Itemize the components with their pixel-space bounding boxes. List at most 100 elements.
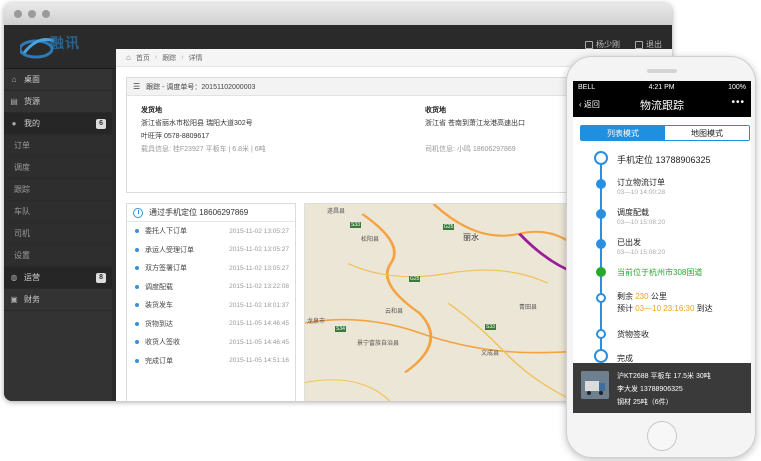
timeline-dot-icon [596,329,606,339]
count-badge: 6 [96,119,106,129]
sidebar-item-supply[interactable]: ▤ 货源 [4,91,112,113]
page-title: 物流跟踪 [640,100,684,112]
sender-block: 发货地 浙江省丽水市松阳县 瑞阳大道302号 叶旺萍 0578-8809617 … [141,104,266,156]
breadcrumb-detail: 详情 [188,54,203,62]
cargo-info: 钢材 25吨（6件） [617,399,673,406]
screenshot-stage: 融讯 杨少刚 退出 ⌂ 桌面 ▤ 货源 ● 我的 6 订单 调度 跟踪 车队 司… [0,0,761,461]
sidebar-item-label: 车队 [14,207,30,216]
list-item: 收货人签收 2015-11-05 14:46:45 [127,333,295,352]
home-icon: ⌂ [126,53,131,62]
window-maximize-icon[interactable] [42,10,50,18]
user-icon [585,40,593,49]
event-time: 03—10 15:08:20 [617,219,666,226]
sidebar-item-label: 货源 [24,97,40,106]
order-number: 跟踪 - 调度单号：20151102000003 [146,83,256,91]
back-label: 返回 [583,100,600,109]
map-label: S34 [335,326,346,332]
receiver-address: 浙江省 苍南到萧江龙港高速出口 [425,120,525,127]
bullet-icon [135,266,139,271]
list-item: 双方签署订单 2015-11-02 13:05:27 [127,259,295,278]
phone-speaker [647,69,677,73]
breadcrumb-track[interactable]: 跟踪 [162,53,176,63]
logo-text: 融讯 [50,35,80,51]
event-label: 完成订单 [145,357,173,365]
back-button[interactable]: ‹ 返回 [579,99,600,110]
sidebar-item-drivers[interactable]: 司机 [4,223,112,245]
chevron-right-icon: › [181,54,184,61]
sidebar-item-label: 司机 [14,229,30,238]
tab-list-mode[interactable]: 列表模式 [581,126,665,140]
timeline-end-icon [594,349,608,363]
event-time: 2015-11-02 18:01:37 [229,301,289,309]
sender-contact: 叶旺萍 0578-8809617 [141,133,210,140]
sidebar-item-settings[interactable]: 设置 [4,245,112,267]
sidebar-item-mine[interactable]: ● 我的 6 [4,113,112,135]
list-item: 调度配载 2015-11-02 13:22:08 [127,278,295,297]
sidebar-item-finance[interactable]: ▣ 财务 [4,289,112,311]
bullet-icon [135,247,139,252]
event-label: 订立物流订单 [617,178,665,187]
map-label: 松阳县 [361,237,380,243]
sidebar-item-label: 调度 [14,163,30,172]
event-label: 承运人受理订单 [145,246,194,254]
event-time: 03—10 14:00:28 [617,189,666,196]
phone-locate-label: 手机定位 13788906325 [617,155,711,165]
eta-value: 03—10 23:16:30 [635,304,695,313]
event-time: 2015-11-05 14:51:16 [229,357,289,365]
window-minimize-icon[interactable] [28,10,36,18]
battery-label: 100% [728,83,746,91]
map-label: 丽水 [463,233,479,242]
event-label: 已出发 [617,238,641,247]
timeline-dot-icon [596,209,606,219]
event-time: 03—10 15:08:20 [617,249,666,256]
eta: 预计 03—10 23:16:30 到达 [617,303,713,314]
sidebar-item-label: 跟踪 [14,185,30,194]
sidebar-item-fleet[interactable]: 车队 [4,201,112,223]
more-button[interactable]: ••• [731,97,745,108]
list-item: 完成订单 2015-11-05 14:51:16 [127,352,295,371]
browser-titlebar [4,3,672,25]
menu-icon: ☰ [133,82,141,91]
current-location-dot-icon [596,267,606,277]
truck-image [581,371,609,399]
bullet-icon [135,358,139,363]
driver-contact: 李大发 13788906325 [617,386,683,393]
view-mode-toggle: 列表模式 地图模式 [580,125,750,141]
window-close-icon[interactable] [14,10,22,18]
breadcrumb-home[interactable]: 首页 [136,53,150,63]
mobile-phone: BELL 4:21 PM 100% ‹ 返回 物流跟踪 ••• 列表模式 地图模… [566,56,756,458]
receiver-block: 收货地 浙江省 苍南到萧江龙港高速出口 司机信息: 小鸣 18606297869 [425,104,525,156]
home-button[interactable] [647,421,677,451]
current-location: 当前位于杭州市308国道 [617,268,703,277]
sidebar-item-label: 设置 [14,251,30,260]
event-label: 货物签收 [617,330,649,339]
sidebar-item-label: 我的 [24,119,40,128]
list-item: 装货发车 2015-11-02 18:01:37 [127,296,295,315]
map-label: 青田县 [519,305,538,311]
event-label: 收货人签收 [145,339,180,347]
sidebar-item-label: 财务 [24,295,40,304]
list-icon: ▤ [10,96,18,106]
map-label: G25 [409,276,421,282]
timeline-dot-icon [596,179,606,189]
sidebar-item-desktop[interactable]: ⌂ 桌面 [4,69,112,91]
sidebar-item-orders[interactable]: 订单 [4,135,112,157]
event-label: 装货发车 [145,302,173,310]
driver-card[interactable]: 沪KT2688 平板车 17.5米 30吨 李大发 13788906325 钢材… [573,363,751,413]
map-label: S33 [350,222,361,228]
map-label: 景宁畲族自治县 [357,341,400,347]
map-label: 文成县 [481,351,500,357]
sidebar-item-dispatch[interactable]: 调度 [4,157,112,179]
map-label: S33 [485,324,496,330]
event-label: 货物到达 [145,320,173,328]
map-label: 龙泉市 [307,319,326,325]
eta-prefix: 预计 [617,304,633,313]
tracking-list-panel: 通过手机定位 18606297869 委托人下订单 2015-11-02 13:0… [126,203,296,401]
sidebar-item-tracking[interactable]: 跟踪 [4,179,112,201]
list-item: 货物到达 2015-11-05 14:46:45 [127,315,295,334]
event-time: 2015-11-02 13:05:27 [229,246,289,254]
sidebar-item-operations[interactable]: ◍ 运营 8 [4,267,112,289]
list-item: 承运人受理订单 2015-11-02 13:05:27 [127,241,295,260]
globe-icon: ◍ [10,272,18,282]
tab-map-mode[interactable]: 地图模式 [665,126,749,140]
